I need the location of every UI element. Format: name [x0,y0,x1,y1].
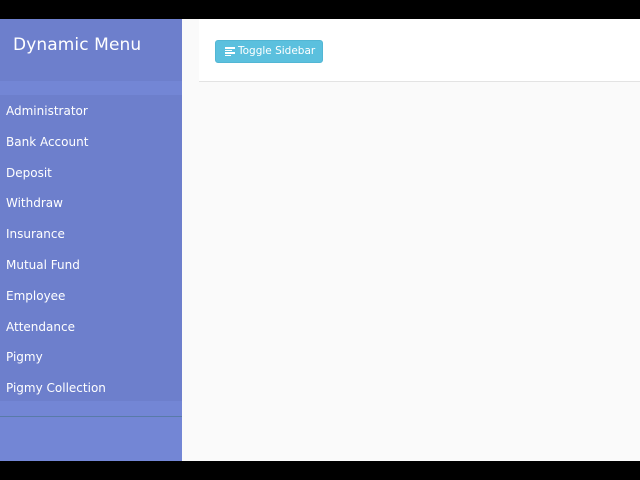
sidebar-item-administrator[interactable]: Administrator [0,96,182,127]
align-left-icon [225,47,235,56]
sidebar-item-deposit[interactable]: Deposit [0,158,182,189]
sidebar-header: Dynamic Menu [0,19,182,81]
sidebar-divider [0,416,182,417]
sidebar-item-insurance[interactable]: Insurance [0,219,182,250]
sidebar-item-attendance[interactable]: Attendance [0,312,182,343]
sidebar-menu-container: Administrator Bank Account Deposit Withd… [0,81,182,401]
main-content: Toggle Sidebar [182,19,640,461]
sidebar-title: Dynamic Menu [13,35,142,55]
sidebar-item-withdraw[interactable]: Withdraw [0,188,182,219]
app-viewport: Dynamic Menu Administrator Bank Account … [0,19,640,461]
top-navbar: Toggle Sidebar [199,19,640,82]
sidebar-item-mutual-fund[interactable]: Mutual Fund [0,250,182,281]
toggle-sidebar-button[interactable]: Toggle Sidebar [215,40,323,63]
sidebar-item-pigmy-collection[interactable]: Pigmy Collection [0,373,182,404]
sidebar: Dynamic Menu Administrator Bank Account … [0,19,182,461]
sidebar-item-employee[interactable]: Employee [0,281,182,312]
sidebar-item-pigmy[interactable]: Pigmy [0,342,182,373]
sidebar-menu: Administrator Bank Account Deposit Withd… [0,96,182,404]
toggle-sidebar-label: Toggle Sidebar [238,45,316,57]
sidebar-menu-strip [0,81,182,95]
sidebar-item-bank-account[interactable]: Bank Account [0,127,182,158]
